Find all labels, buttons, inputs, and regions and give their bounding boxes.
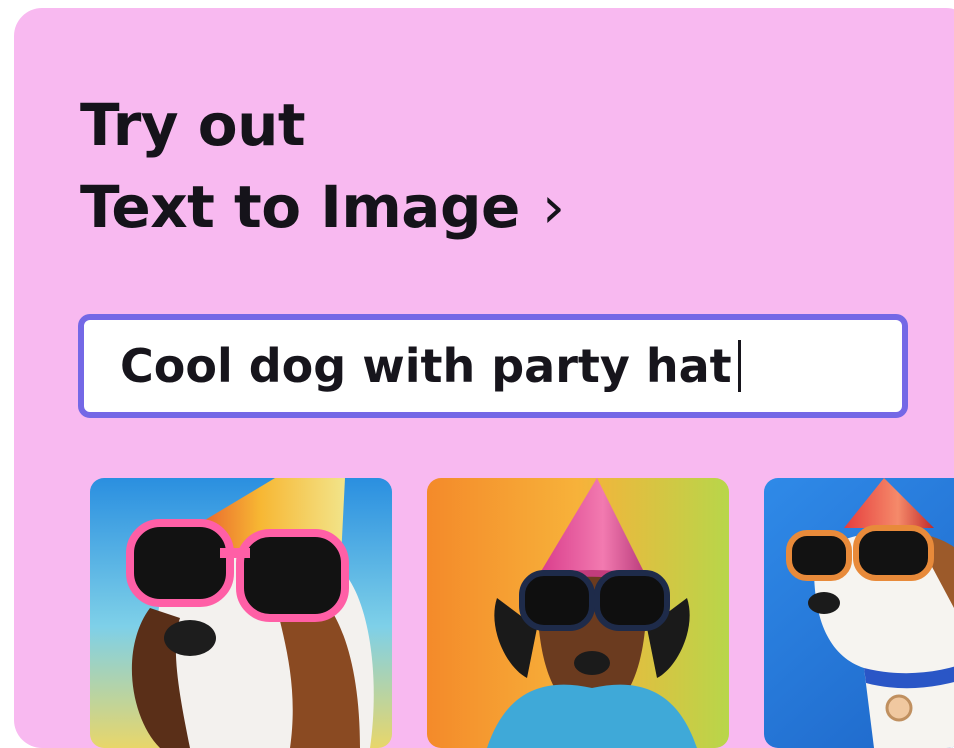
result-thumbnail-2[interactable] xyxy=(427,478,729,748)
generated-results xyxy=(90,478,954,748)
chevron-right-icon: › xyxy=(541,173,565,241)
party-dog-image-3-icon xyxy=(764,478,954,748)
prompt-input-value: Cool dog with party hat xyxy=(120,339,732,393)
promo-title: Try out Text to Image › xyxy=(80,84,565,248)
party-dog-image-1-icon xyxy=(90,478,392,748)
party-dog-image-2-icon xyxy=(427,478,729,748)
text-to-image-promo-card: Try out Text to Image › Cool dog with par… xyxy=(14,8,954,748)
text-to-image-link[interactable]: Text to Image › xyxy=(80,166,565,248)
text-to-image-link-label: Text to Image xyxy=(80,173,520,241)
promo-title-line1: Try out xyxy=(80,91,306,159)
result-thumbnail-1[interactable] xyxy=(90,478,392,748)
result-thumbnail-3[interactable] xyxy=(764,478,954,748)
prompt-input[interactable]: Cool dog with party hat xyxy=(78,314,908,418)
text-cursor xyxy=(737,340,741,392)
